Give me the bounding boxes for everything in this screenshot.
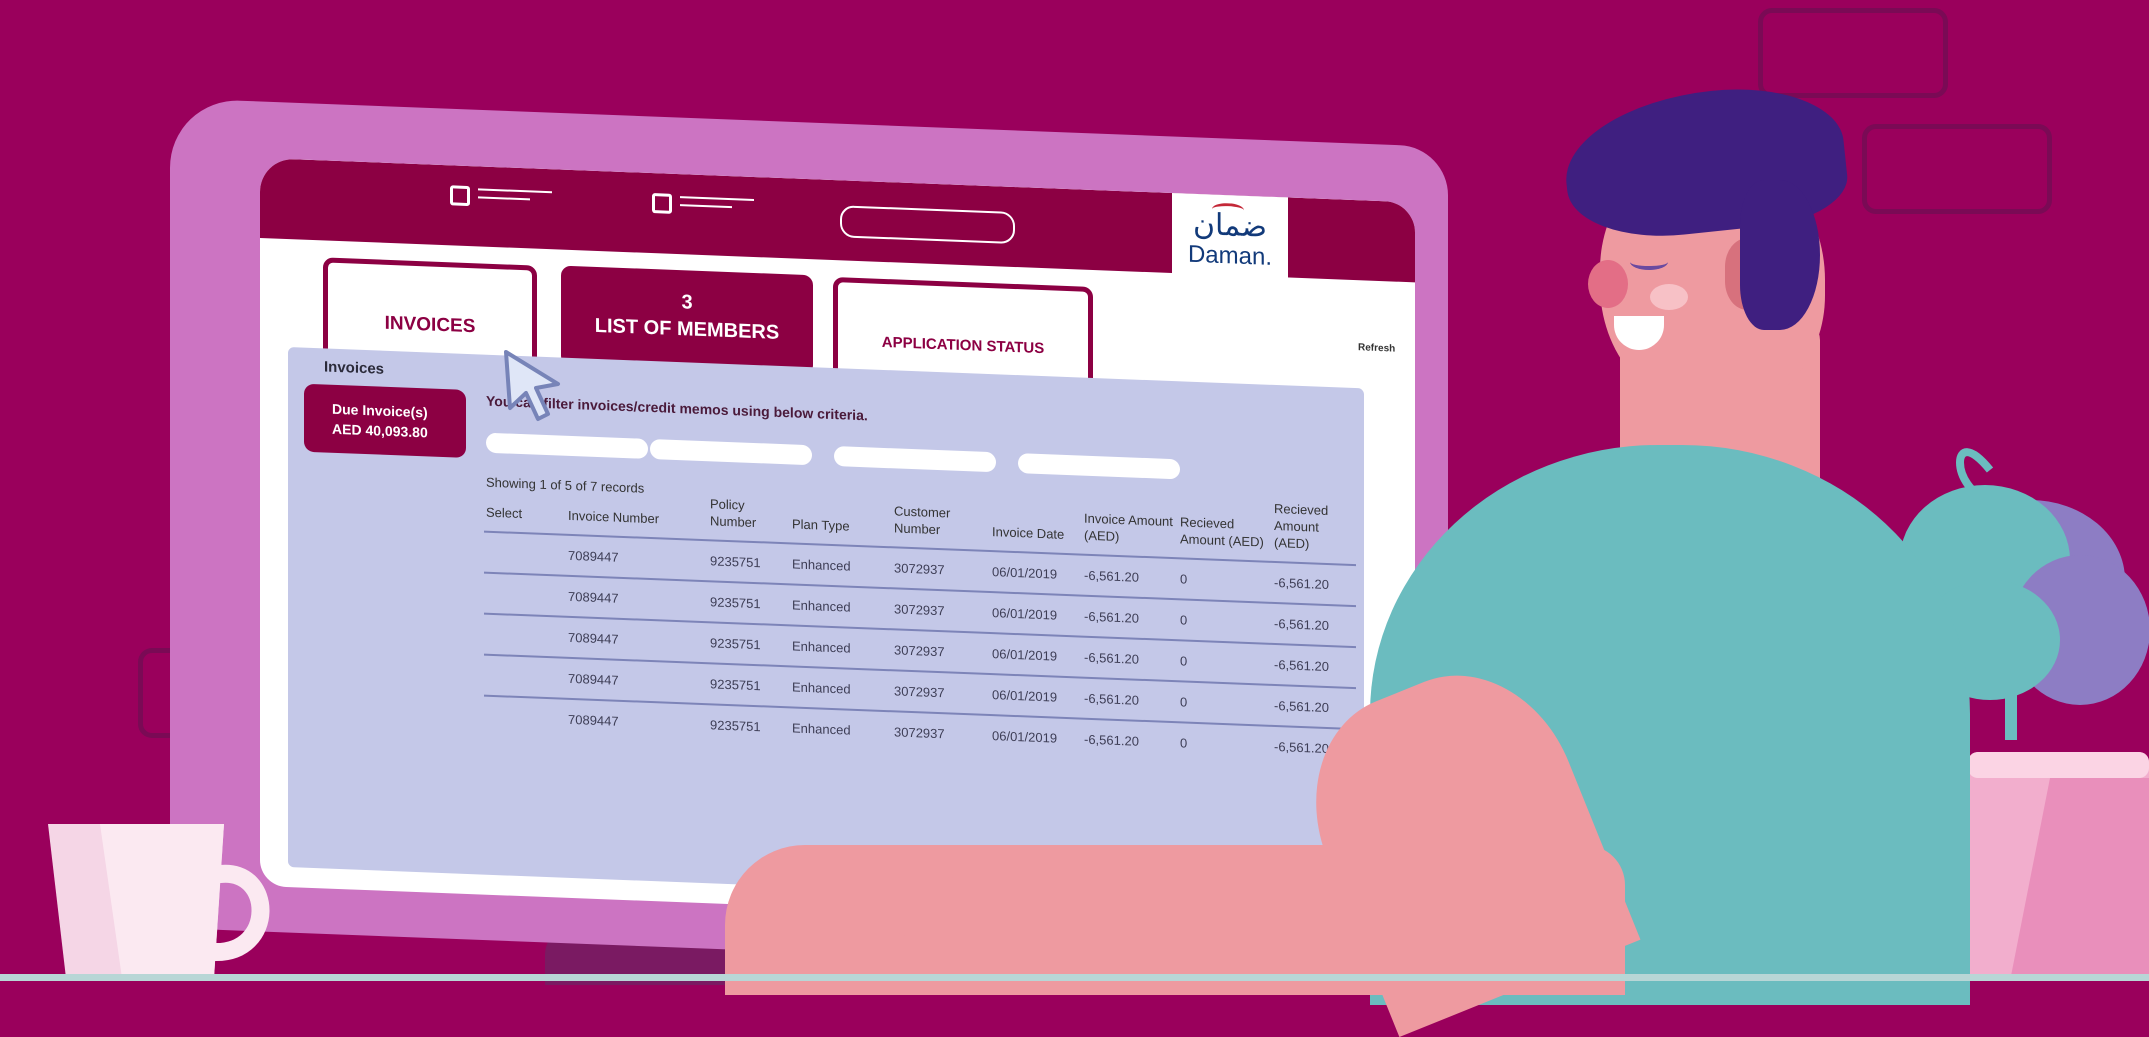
cell-policy-number: 9235751 [708, 704, 790, 748]
cell-policy-number: 9235751 [708, 663, 790, 708]
col-invoice-number: Invoice Number [568, 507, 660, 527]
person-ear [1725, 238, 1781, 310]
cell-policy-number: 9235751 [708, 540, 790, 585]
cell-plan-type: Enhanced [790, 543, 892, 589]
cell-invoice-date: 06/01/2019 [990, 674, 1082, 719]
filter-input-1[interactable] [486, 432, 648, 459]
cell-customer-number: 3072937 [892, 588, 990, 634]
app-screen: ضمان Daman. INVOICES 3 LIST OF MEMBERS A… [260, 158, 1415, 931]
person-mouth [1614, 316, 1664, 350]
person-hair-back [1740, 180, 1820, 330]
person-hair [1558, 77, 1852, 247]
tab-invoices-label: INVOICES [384, 312, 476, 338]
cell-invoice-amount: -6,561.20 [1082, 718, 1178, 763]
cell-invoice-number: 7089447 [566, 534, 708, 582]
nav-item-1[interactable] [450, 185, 552, 209]
cell-invoice-number: 7089447 [566, 575, 708, 623]
invoices-table: Select Invoice Number Policy Number Plan… [484, 465, 1356, 770]
cell-select[interactable] [484, 572, 566, 617]
col-customer-number: Customer Number [894, 503, 951, 538]
person-neck [1620, 320, 1820, 500]
cell-invoice-number: 7089447 [566, 616, 708, 664]
col-plan-type: Plan Type [792, 516, 850, 534]
cell-invoice-date: 06/01/2019 [990, 715, 1082, 759]
cell-received-amount: 0 [1178, 558, 1272, 603]
cell-select[interactable] [484, 613, 566, 658]
bg-outline-rect [1758, 8, 1948, 98]
checkbox-nav-icon [450, 185, 470, 207]
cell-plan-type: Enhanced [790, 707, 892, 752]
cell-select[interactable] [484, 654, 566, 699]
col-select: Select [486, 504, 523, 522]
col-received-amount-2: Recieved Amount (AED) [1274, 500, 1329, 552]
cell-customer-number: 3072937 [892, 629, 990, 675]
plant-icon [1900, 448, 2149, 981]
cursor-arrow-icon [504, 350, 560, 421]
cell-received-amount: 0 [1178, 722, 1272, 766]
person-head [1600, 150, 1825, 410]
person-nose [1588, 260, 1628, 308]
nav-item-2[interactable] [652, 193, 754, 217]
cell-invoice-amount: -6,561.20 [1082, 595, 1178, 641]
cell-received-amount: 0 [1178, 681, 1272, 726]
cell-received-amount: 0 [1178, 599, 1272, 644]
cell-invoice-amount: -6,561.20 [1082, 554, 1178, 600]
col-invoice-amount: Invoice Amount (AED) [1084, 510, 1173, 545]
panel-title: Invoices [324, 358, 385, 378]
cell-plan-type: Enhanced [790, 666, 892, 712]
cell-received-amount-2: -6,561.20 [1272, 725, 1356, 770]
col-received-amount: Recieved Amount (AED) [1180, 514, 1264, 550]
cell-received-amount-2: -6,561.20 [1272, 684, 1356, 730]
daman-logo: ضمان Daman. [1172, 191, 1288, 288]
cell-received-amount: 0 [1178, 640, 1272, 685]
cell-invoice-number: 7089447 [566, 657, 708, 705]
desk-edge [0, 974, 2149, 981]
cell-received-amount-2: -6,561.20 [1272, 602, 1356, 648]
cell-plan-type: Enhanced [790, 625, 892, 671]
cell-select[interactable] [484, 531, 566, 576]
cell-policy-number: 9235751 [708, 581, 790, 626]
col-policy-number: Policy Number [710, 496, 757, 531]
cell-customer-number: 3072937 [892, 547, 990, 593]
col-invoice-date: Invoice Date [992, 524, 1065, 542]
cell-received-amount-2: -6,561.20 [1272, 561, 1356, 607]
filter-input-3[interactable] [834, 446, 996, 473]
cell-invoice-date: 06/01/2019 [990, 551, 1082, 596]
cell-policy-number: 9235751 [708, 622, 790, 667]
tab-status-label: APPLICATION STATUS [881, 333, 1045, 358]
cell-invoice-amount: -6,561.20 [1082, 677, 1178, 723]
cell-plan-type: Enhanced [790, 584, 892, 630]
search-input[interactable] [840, 205, 1015, 245]
person-eye [1630, 254, 1668, 270]
cell-invoice-date: 06/01/2019 [990, 592, 1082, 637]
refresh-link[interactable]: Refresh [1358, 342, 1395, 354]
cell-customer-number: 3072937 [892, 670, 990, 716]
person-cheek [1650, 284, 1688, 310]
cell-select[interactable] [484, 695, 566, 739]
checkbox-nav-icon [652, 193, 672, 214]
cell-invoice-number: 7089447 [566, 698, 708, 745]
filter-input-4[interactable] [1018, 453, 1180, 480]
cell-invoice-date: 06/01/2019 [990, 633, 1082, 678]
due-invoices-card[interactable]: Due Invoice(s) AED 40,093.80 [304, 383, 466, 458]
cell-customer-number: 3072937 [892, 711, 990, 756]
invoices-panel: Invoices Due Invoice(s) AED 40,093.80 Yo… [288, 347, 1364, 909]
cell-invoice-amount: -6,561.20 [1082, 636, 1178, 682]
filter-input-2[interactable] [650, 438, 812, 466]
coffee-cup-icon [48, 824, 270, 978]
cell-received-amount-2: -6,561.20 [1272, 643, 1356, 689]
logo-english-text: Daman. [1187, 240, 1273, 271]
due-invoices-amount: AED 40,093.80 [332, 420, 428, 441]
bg-outline-rect [1862, 124, 2052, 214]
